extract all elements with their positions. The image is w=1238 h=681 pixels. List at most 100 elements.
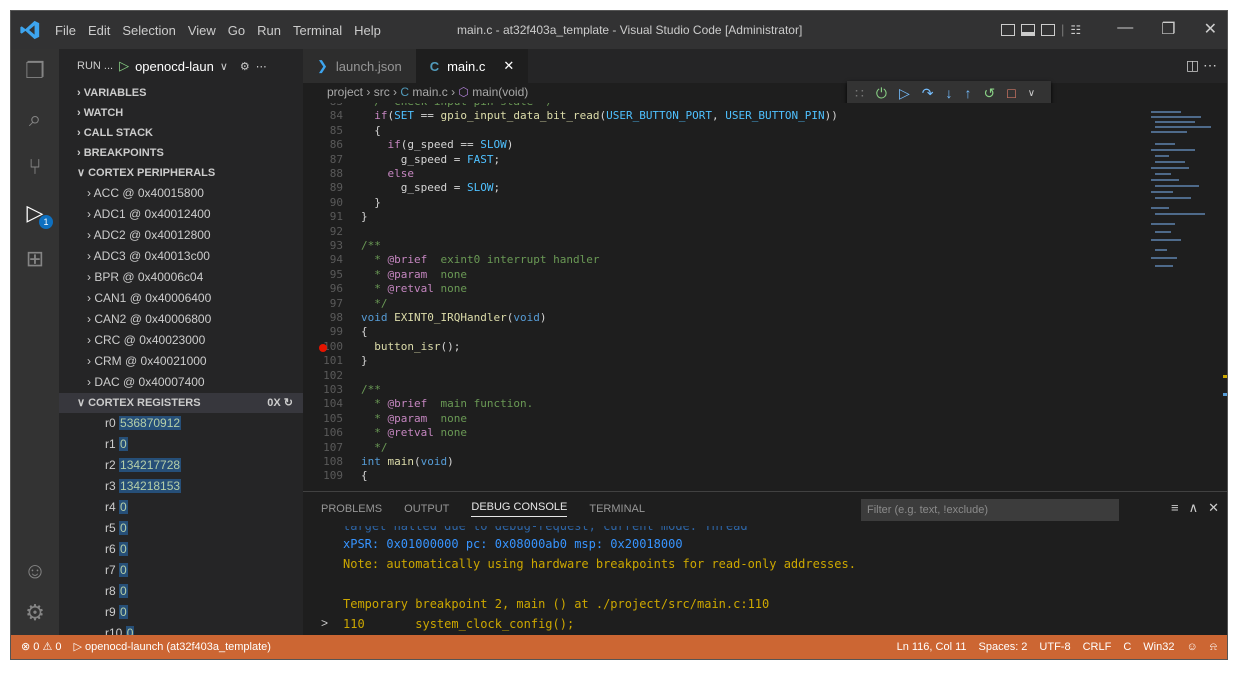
line-number[interactable]: 90 (303, 196, 343, 209)
extensions-icon[interactable]: ⊞ (21, 245, 49, 273)
line-number[interactable]: 96 (303, 282, 343, 295)
line-number[interactable]: 102 (303, 369, 343, 382)
code-line[interactable]: int main(void) (361, 455, 454, 468)
code-line[interactable]: g_speed = SLOW; (361, 181, 500, 194)
account-icon[interactable]: ☺ (21, 557, 49, 585)
manage-gear-icon[interactable]: ⚙ (21, 599, 49, 627)
minimap[interactable] (1131, 103, 1227, 491)
peripheral-item[interactable]: › CRC @ 0x40023000 (59, 330, 303, 351)
start-debugging-icon[interactable]: ▷ (119, 58, 129, 74)
debug-toolbar-chevron-icon[interactable]: ∨ (1028, 88, 1035, 99)
cursor-position[interactable]: Ln 116, Col 11 (897, 635, 967, 659)
restart-icon[interactable]: ↺ (984, 85, 996, 102)
peripheral-item[interactable]: › ADC1 @ 0x40012400 (59, 204, 303, 225)
customize-layout-icon[interactable]: ☷ (1070, 23, 1081, 37)
step-out-icon[interactable]: ↑ (965, 85, 972, 101)
hex-format-toggle[interactable]: 0x (267, 397, 280, 409)
section-variables[interactable]: › VARIABLES (59, 83, 303, 103)
line-number[interactable]: 93 (303, 239, 343, 252)
line-number[interactable]: 107 (303, 441, 343, 454)
line-number[interactable]: 88 (303, 167, 343, 180)
code-line[interactable]: * @brief main function. (361, 397, 533, 410)
tab-main-c[interactable]: C main.c ✕ (415, 49, 529, 83)
feedback-icon[interactable]: ☺ (1186, 635, 1197, 659)
code-line[interactable]: button_isr(); (361, 340, 460, 353)
code-line[interactable]: * @param none (361, 268, 467, 281)
line-number[interactable]: 101 (303, 354, 343, 367)
console-prompt[interactable]: > (321, 616, 328, 630)
register-row[interactable]: r9 0 (59, 602, 303, 623)
line-number[interactable]: 86 (303, 138, 343, 151)
stop-icon[interactable]: □ (1007, 85, 1015, 101)
register-row[interactable]: r8 0 (59, 581, 303, 602)
line-number[interactable]: 104 (303, 397, 343, 410)
line-number[interactable]: 109 (303, 469, 343, 482)
code-line[interactable]: * @brief exint0 interrupt handler (361, 253, 599, 266)
debug-target-status[interactable]: ▷ openocd-launch (at32f403a_template) (74, 635, 271, 659)
code-line[interactable]: } (361, 354, 368, 367)
encoding[interactable]: UTF-8 (1039, 635, 1070, 659)
code-editor[interactable]: 83 /* check input pin state */ 84 if(SET … (303, 103, 1227, 491)
line-number[interactable]: 98 (303, 311, 343, 324)
line-ending[interactable]: CRLF (1083, 635, 1112, 659)
line-number[interactable]: 87 (303, 153, 343, 166)
register-row[interactable]: r2 134217728 (59, 455, 303, 476)
register-row[interactable]: r10 0 (59, 623, 303, 635)
menu-view[interactable]: View (188, 23, 216, 38)
register-row[interactable]: r1 0 (59, 434, 303, 455)
line-number[interactable]: 94 (303, 253, 343, 266)
code-line[interactable]: * @param none (361, 412, 467, 425)
line-number[interactable]: 92 (303, 225, 343, 238)
peripheral-item[interactable]: › BPR @ 0x40006c04 (59, 267, 303, 288)
peripheral-item[interactable]: › ADC2 @ 0x40012800 (59, 225, 303, 246)
code-line[interactable]: */ (361, 297, 387, 310)
refresh-icon[interactable]: ↻ (284, 397, 293, 409)
breadcrumb-symbol[interactable]: main(void) (472, 85, 528, 99)
drag-handle-icon[interactable]: ∷ (855, 85, 864, 102)
line-number[interactable]: 103 (303, 383, 343, 396)
chevron-down-icon[interactable]: ∨ (220, 60, 228, 73)
code-line[interactable]: /** (361, 383, 381, 396)
peripheral-item[interactable]: › ACC @ 0x40015800 (59, 183, 303, 204)
breadcrumb-file[interactable]: main.c (412, 85, 447, 99)
line-number[interactable]: 97 (303, 297, 343, 310)
indentation[interactable]: Spaces: 2 (979, 635, 1028, 659)
line-number[interactable]: 108 (303, 455, 343, 468)
code-line[interactable]: } (361, 196, 381, 209)
menu-terminal[interactable]: Terminal (293, 23, 342, 38)
code-line[interactable]: void EXINT0_IRQHandler(void) (361, 311, 546, 324)
code-line[interactable]: if(g_speed == SLOW) (361, 138, 514, 151)
line-number[interactable]: 89 (303, 181, 343, 194)
section-call-stack[interactable]: › CALL STACK (59, 123, 303, 143)
code-line[interactable]: * @retval none (361, 282, 467, 295)
toggle-sidebar-icon[interactable] (1001, 23, 1015, 36)
reset-power-icon[interactable]: ⏻ (876, 85, 887, 102)
code-line[interactable]: /* check input pin state */ (361, 103, 553, 108)
code-line[interactable]: else (361, 167, 415, 180)
language-mode[interactable]: C (1123, 635, 1131, 659)
code-line[interactable]: if(SET == gpio_input_data_bit_read(USER_… (361, 109, 838, 122)
register-row[interactable]: r7 0 (59, 560, 303, 581)
continue-icon[interactable]: ▷ (899, 85, 910, 102)
line-number[interactable]: 95 (303, 268, 343, 281)
line-number[interactable]: 99 (303, 325, 343, 338)
peripheral-item[interactable]: › CRM @ 0x40021000 (59, 351, 303, 372)
line-number[interactable]: 91 (303, 210, 343, 223)
split-editor-icon[interactable]: ◫ (1186, 57, 1199, 73)
menu-run[interactable]: Run (257, 23, 281, 38)
toggle-panel-icon[interactable] (1021, 23, 1035, 36)
peripheral-item[interactable]: › CAN2 @ 0x40006800 (59, 309, 303, 330)
more-editor-actions-icon[interactable]: ⋯ (1203, 57, 1217, 73)
tab-debug-console[interactable]: DEBUG CONSOLE (471, 501, 568, 517)
close-tab-icon[interactable]: ✕ (503, 58, 514, 74)
register-row[interactable]: r5 0 (59, 518, 303, 539)
code-line[interactable]: /** (361, 239, 381, 252)
line-number[interactable]: 85 (303, 124, 343, 137)
platform[interactable]: Win32 (1143, 635, 1174, 659)
section-cortex-peripherals[interactable]: ∨ CORTEX PERIPHERALS (59, 163, 303, 183)
register-row[interactable]: r3 134218153 (59, 476, 303, 497)
notifications-bell-icon[interactable]: ⍾ (1210, 635, 1217, 659)
open-launch-json-gear-icon[interactable]: ⚙ (240, 60, 250, 73)
section-watch[interactable]: › WATCH (59, 103, 303, 123)
breadcrumb-src[interactable]: src (374, 85, 390, 99)
